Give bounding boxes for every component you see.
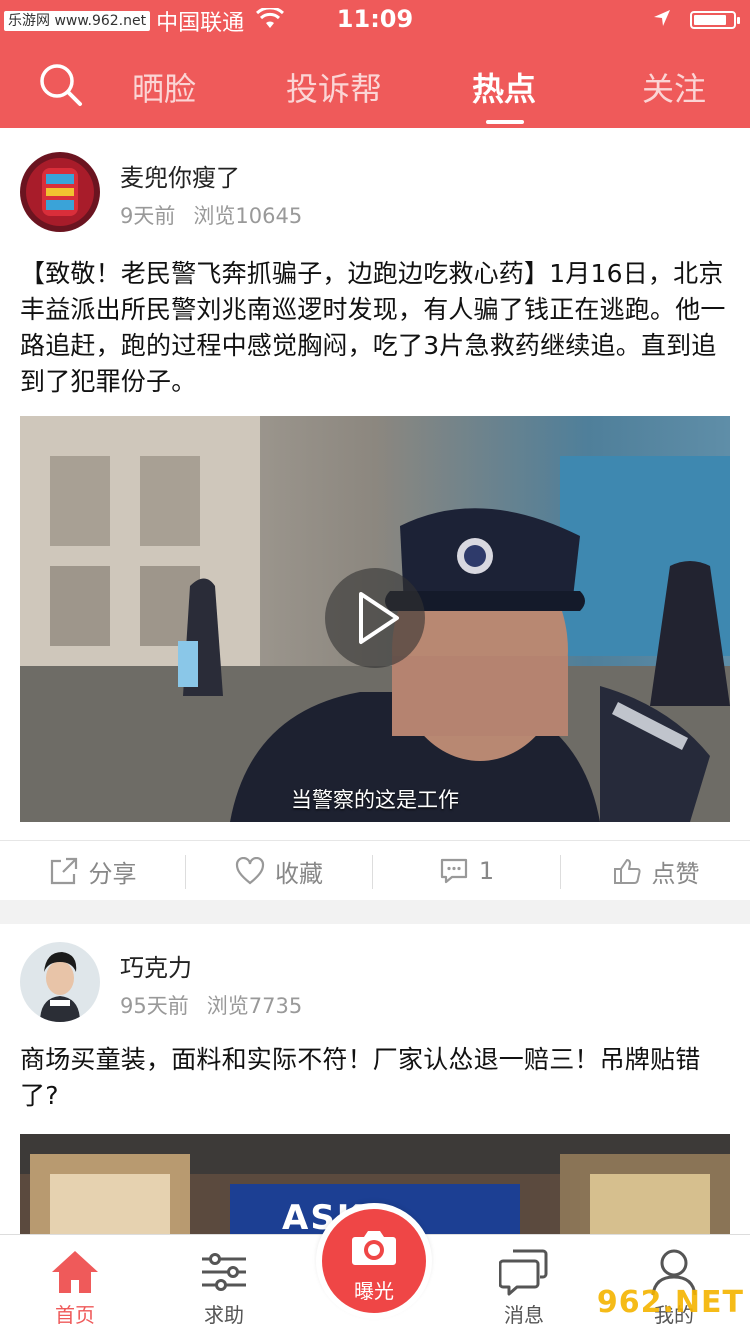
post-time: 95天前 bbox=[120, 994, 189, 1018]
post-card[interactable]: 巧克力 95天前 浏览7735 商场买童装，面料和实际不符！厂家认怂退一赔三！吊牌… bbox=[0, 924, 750, 1234]
top-nav: 晒脸 投诉帮 热点 关注 bbox=[0, 42, 750, 128]
like-button[interactable]: 点赞 bbox=[561, 841, 750, 901]
location-arrow-icon bbox=[652, 8, 672, 32]
bottom-tab-bar: 首页 求助 曝光 消息 我的 962.NET bbox=[0, 1203, 750, 1335]
favorite-button[interactable]: 收藏 bbox=[186, 841, 372, 901]
post-text[interactable]: 【致敬！老民警飞奔抓骗子，边跑边吃救心药】1月16日，北京丰益派出所民警刘兆南巡… bbox=[20, 256, 732, 400]
tab-messages[interactable]: 消息 bbox=[464, 1235, 584, 1335]
avatar[interactable] bbox=[20, 152, 100, 232]
view-count: 浏览7735 bbox=[206, 994, 303, 1018]
heart-icon bbox=[235, 857, 265, 885]
home-icon bbox=[50, 1247, 100, 1297]
comment-button[interactable]: 1 bbox=[373, 841, 560, 901]
tab-help[interactable]: 求助 bbox=[164, 1235, 284, 1335]
post-time: 9天前 bbox=[120, 204, 176, 228]
status-right bbox=[652, 8, 740, 32]
battery-level bbox=[694, 15, 727, 25]
video-caption: 当警察的这是工作 bbox=[291, 788, 459, 812]
expose-camera-button[interactable]: 曝光 bbox=[316, 1203, 432, 1319]
tab-home-label: 首页 bbox=[55, 1303, 95, 1327]
tab-tousubang[interactable]: 投诉帮 bbox=[274, 64, 394, 110]
tab-guanzhu[interactable]: 关注 bbox=[614, 64, 734, 110]
post-action-bar: 分享 收藏 1 点赞 bbox=[0, 840, 750, 901]
active-tab-indicator bbox=[486, 120, 524, 124]
site-watermark: 962.NET bbox=[596, 1285, 744, 1320]
post-card[interactable]: 麦兜你瘦了 9天前 浏览10645 【致敬！老民警飞奔抓骗子，边跑边吃救心药】1月… bbox=[0, 128, 750, 900]
chat-icon bbox=[498, 1247, 549, 1297]
camera-icon bbox=[351, 1227, 397, 1271]
video-thumbnail[interactable]: 当警察的这是工作 bbox=[20, 416, 730, 822]
post-meta: 95天前 浏览7735 bbox=[120, 990, 302, 1020]
tab-home[interactable]: 首页 bbox=[15, 1235, 135, 1335]
username[interactable]: 麦兜你瘦了 bbox=[120, 158, 240, 193]
thumbs-up-icon bbox=[613, 859, 641, 884]
status-bar: 乐游网 www.962.net 中国联通 11:09 bbox=[0, 0, 750, 42]
feed[interactable]: 麦兜你瘦了 9天前 浏览10645 【致敬！老民警飞奔抓骗子，边跑边吃救心药】1月… bbox=[0, 128, 750, 1234]
tab-redian[interactable]: 热点 bbox=[444, 64, 564, 110]
camera-label: 曝光 bbox=[354, 1279, 394, 1303]
post-meta: 9天前 浏览10645 bbox=[120, 200, 302, 230]
search-icon[interactable] bbox=[38, 62, 84, 108]
share-icon bbox=[50, 857, 77, 885]
tab-shailian[interactable]: 晒脸 bbox=[104, 64, 224, 110]
tab-messages-label: 消息 bbox=[504, 1303, 544, 1327]
favorite-label: 收藏 bbox=[275, 859, 323, 888]
sliders-icon bbox=[199, 1247, 249, 1297]
view-count: 浏览10645 bbox=[193, 204, 303, 228]
username[interactable]: 巧克力 bbox=[120, 948, 192, 983]
comment-count: 1 bbox=[478, 857, 495, 885]
status-time: 11:09 bbox=[336, 5, 414, 33]
share-label: 分享 bbox=[88, 859, 137, 888]
comment-icon bbox=[440, 858, 467, 884]
app-header: 乐游网 www.962.net 中国联通 11:09 晒脸 投诉帮 热点 关注 bbox=[0, 0, 750, 128]
tab-help-label: 求助 bbox=[204, 1303, 244, 1327]
avatar[interactable] bbox=[20, 942, 100, 1022]
battery-icon bbox=[690, 11, 740, 29]
share-button[interactable]: 分享 bbox=[0, 841, 185, 901]
post-text[interactable]: 商场买童装，面料和实际不符！厂家认怂退一赔三！吊牌贴错了? bbox=[20, 1042, 732, 1114]
like-label: 点赞 bbox=[651, 859, 700, 888]
